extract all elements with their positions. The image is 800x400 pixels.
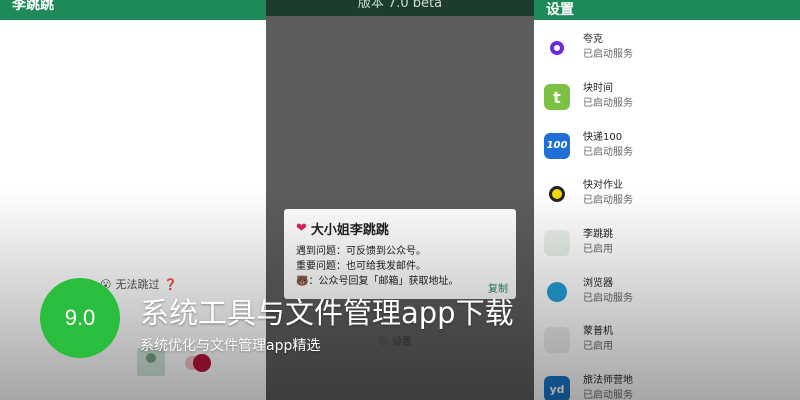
app-name: 旅法师营地 — [583, 375, 633, 387]
app-name: 快递100 — [583, 131, 623, 143]
settings-icon — [378, 335, 388, 346]
dialog-line-1: 遇到问题：可反馈到公众号。 — [296, 246, 426, 257]
app-status: 已启动服务 — [583, 292, 633, 304]
left-app-bar: 李跳跳 — [0, 0, 266, 20]
app-name: 蒙普机 — [583, 326, 613, 338]
dialog-title: ❤ 大小姐李跳跳 — [296, 219, 504, 238]
list-item[interactable]: 李跳跳 已启用 — [534, 219, 800, 268]
score-badge: 9.0 — [40, 278, 120, 358]
middle-top-bar: 版本 7.0 beta — [266, 0, 534, 16]
settings-item[interactable]: 设置 — [378, 333, 412, 348]
dialog-title-text: 大小姐李跳跳 — [310, 223, 389, 238]
version-text: 版本 7.0 beta — [357, 0, 443, 11]
question-icon: ❓ — [163, 277, 178, 291]
right-app-bar: 设置 — [534, 0, 800, 20]
list-item[interactable]: 浏览器 已启动服务 — [534, 267, 800, 316]
dialog-line-3: 🐻：公众号回复「邮箱」获取地址。 — [296, 276, 459, 287]
app-list: 夸克 已启动服务 t 块时间 已启动服务 100 快递100 已启动服务 快对作… — [534, 24, 800, 400]
dialog-line-2: 重要问题：也可给我发邮件。 — [296, 261, 426, 272]
settings-label: 设置 — [392, 337, 412, 348]
app-status: 已启动服务 — [583, 98, 633, 110]
right-screenshot-panel: 设置 夸克 已启动服务 t 块时间 已启动服务 100 快递100 已启动服务 — [534, 0, 800, 400]
meng-icon — [544, 327, 570, 354]
right-app-title: 设置 — [546, 2, 574, 18]
app-name: 李跳跳 — [583, 229, 613, 241]
lvfashi-icon: yd — [544, 376, 570, 400]
app-status: 已启用 — [583, 244, 613, 256]
quark-icon — [544, 35, 570, 62]
app-status: 已启动服务 — [583, 146, 633, 158]
lee-tiao-icon — [544, 230, 570, 257]
app-name: 夸克 — [583, 34, 603, 46]
toggle-switch[interactable] — [185, 354, 211, 372]
page-subtitle: 系统优化与文件管理app精选 — [140, 338, 321, 354]
kuaidi100-icon: 100 — [544, 132, 570, 159]
page-title: 系统工具与文件管理app下载 — [140, 296, 514, 330]
app-name: 块时间 — [583, 83, 613, 95]
kuaidui-icon — [544, 181, 570, 208]
list-item[interactable]: t 块时间 已启动服务 — [534, 73, 800, 122]
info-dialog: ❤ 大小姐李跳跳 遇到问题：可反馈到公众号。 重要问题：也可给我发邮件。 🐻：公… — [284, 209, 516, 299]
kuai-time-icon: t — [544, 84, 570, 111]
app-status: 已启动服务 — [583, 390, 633, 400]
app-name: 浏览器 — [583, 277, 613, 289]
app-status: 已启动服务 — [583, 49, 633, 61]
heart-icon: ❤ — [296, 221, 307, 236]
list-item[interactable]: 快对作业 已启动服务 — [534, 170, 800, 219]
left-app-title: 李跳跳 — [12, 0, 54, 13]
browser-icon — [544, 278, 570, 305]
list-item[interactable]: yd 旅法师营地 已启动服务 — [534, 365, 800, 400]
app-status: 已启动服务 — [583, 195, 633, 207]
app-status: 已启用 — [583, 341, 613, 353]
list-item[interactable]: 夸克 已启动服务 — [534, 24, 800, 73]
list-item[interactable]: 100 快递100 已启动服务 — [534, 121, 800, 170]
app-name: 快对作业 — [583, 180, 623, 192]
list-item[interactable]: 蒙普机 已启用 — [534, 316, 800, 365]
